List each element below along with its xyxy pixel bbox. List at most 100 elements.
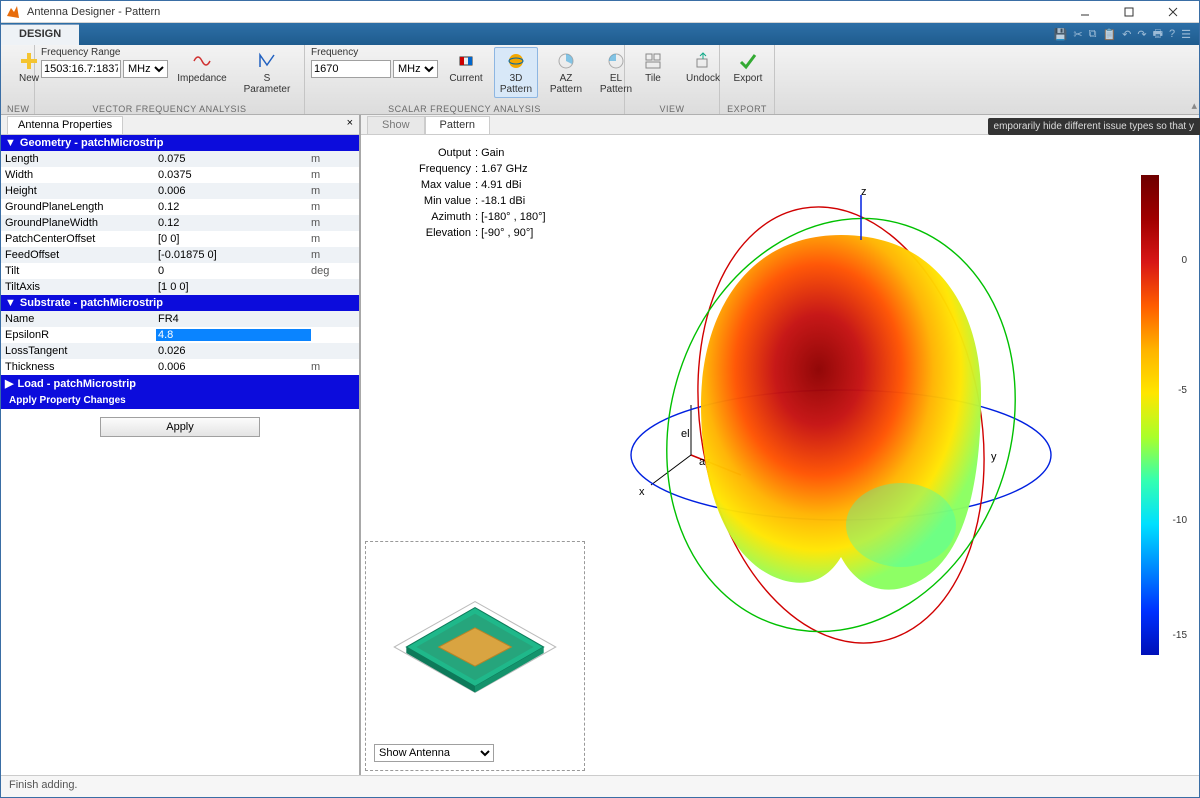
substrate-block: ▼Substrate - patchMicrostrip NameFR4Epsi… (1, 295, 359, 375)
toolstrip: New NEW Frequency Range MHz Impedance S … (1, 45, 1199, 115)
redo-icon[interactable]: ↷ (1137, 28, 1146, 41)
pattern-view[interactable]: Output : GainFrequency : 1.67 GHzMax val… (361, 135, 1199, 775)
info-key: Max value (391, 177, 471, 193)
prop-row[interactable]: Tilt0deg (1, 263, 359, 279)
menu-icon[interactable]: ☰ (1181, 28, 1191, 41)
prop-name: GroundPlaneLength (1, 201, 156, 213)
current-button[interactable]: Current (444, 47, 488, 87)
undo-icon[interactable]: ↶ (1122, 28, 1131, 41)
collapse-ribbon-icon[interactable]: ▴ (1191, 99, 1197, 112)
expand-icon[interactable]: ▶ (5, 378, 13, 390)
colorbar-tick: -5 (1178, 385, 1187, 396)
prop-value[interactable]: 0.026 (156, 345, 311, 357)
tab-pattern[interactable]: Pattern (425, 116, 490, 134)
info-key: Output (391, 145, 471, 161)
prop-row[interactable]: LossTangent0.026 (1, 343, 359, 359)
prop-value[interactable]: 0.006 (156, 185, 311, 197)
prop-name: EpsilonR (1, 329, 156, 341)
group-new-label: NEW (7, 104, 28, 114)
prop-name: GroundPlaneWidth (1, 217, 156, 229)
freq-single-field: Frequency MHz (311, 47, 438, 78)
prop-value[interactable]: [1 0 0] (156, 281, 311, 293)
prop-value[interactable]: FR4 (156, 313, 311, 325)
prop-row[interactable]: Length0.075m (1, 151, 359, 167)
prop-row[interactable]: PatchCenterOffset[0 0]m (1, 231, 359, 247)
group-vector-label: VECTOR FREQUENCY ANALYSIS (41, 104, 298, 114)
info-key: Elevation (391, 225, 471, 241)
copy-icon[interactable]: ⧉ (1089, 28, 1097, 41)
prop-row[interactable]: TiltAxis[1 0 0] (1, 279, 359, 295)
info-val: : 4.91 dBi (475, 177, 521, 193)
radiation-pattern-plot[interactable]: x y z az el (561, 165, 1081, 685)
freq-range-unit[interactable]: MHz (123, 60, 168, 78)
impedance-icon (191, 50, 213, 72)
colorbar-tick: -10 (1173, 515, 1187, 526)
group-export-label: EXPORT (726, 104, 768, 114)
el-pattern-icon (605, 50, 627, 72)
info-val: : Gain (475, 145, 504, 161)
prop-name: Thickness (1, 361, 156, 373)
right-pane: Show Pattern Output : GainFrequency : 1.… (361, 115, 1199, 775)
help-icon[interactable]: ? (1169, 28, 1175, 40)
undock-button[interactable]: Undock (681, 47, 725, 87)
prop-name: TiltAxis (1, 281, 156, 293)
prop-row[interactable]: Width0.0375m (1, 167, 359, 183)
freq-range-input[interactable] (41, 60, 121, 78)
az-pattern-icon (555, 50, 577, 72)
tile-button[interactable]: Tile (631, 47, 675, 87)
prop-row[interactable]: EpsilonR4.8 (1, 327, 359, 343)
group-scalar-label: SCALAR FREQUENCY ANALYSIS (311, 104, 618, 114)
prop-name: Height (1, 185, 156, 197)
collapse-icon[interactable]: ▼ (5, 137, 16, 149)
print-icon[interactable]: 🖶 (1153, 25, 1163, 44)
prop-unit: m (311, 217, 351, 229)
collapse-icon[interactable]: ▼ (5, 297, 16, 309)
prop-value[interactable]: [-0.01875 0] (156, 249, 311, 261)
prop-value[interactable]: 0.12 (156, 201, 311, 213)
prop-value[interactable]: 4.8 (156, 329, 311, 341)
cut-icon[interactable]: ✂ (1073, 28, 1082, 41)
close-button[interactable] (1151, 1, 1195, 23)
maximize-button[interactable] (1107, 1, 1151, 23)
prop-row[interactable]: Height0.006m (1, 183, 359, 199)
prop-value[interactable]: 0.12 (156, 217, 311, 229)
prop-unit: m (311, 361, 351, 373)
impedance-button[interactable]: Impedance (174, 47, 230, 87)
thumbnail-select[interactable]: Show Antenna (374, 744, 494, 762)
info-val: : [-180° , 180°] (475, 209, 546, 225)
prop-row[interactable]: GroundPlaneLength0.12m (1, 199, 359, 215)
prop-row[interactable]: GroundPlaneWidth0.12m (1, 215, 359, 231)
left-pane-close[interactable]: × (341, 115, 359, 134)
prop-unit: deg (311, 265, 351, 277)
sparameter-button[interactable]: S Parameter (236, 47, 298, 98)
antenna-properties-tab[interactable]: Antenna Properties (7, 116, 123, 134)
prop-row[interactable]: FeedOffset[-0.01875 0]m (1, 247, 359, 263)
prop-name: PatchCenterOffset (1, 233, 156, 245)
apply-button[interactable]: Apply (100, 417, 260, 437)
save-icon[interactable]: 💾 (1054, 28, 1068, 41)
export-button[interactable]: Export (726, 47, 770, 87)
axis-y-label: y (991, 451, 997, 463)
prop-value[interactable]: 0.006 (156, 361, 311, 373)
design-tab[interactable]: DESIGN (1, 24, 79, 45)
axis-x-label: x (639, 486, 645, 498)
prop-name: FeedOffset (1, 249, 156, 261)
freq-single-input[interactable] (311, 60, 391, 78)
freq-single-unit[interactable]: MHz (393, 60, 438, 78)
3d-pattern-button[interactable]: 3D Pattern (494, 47, 538, 98)
az-pattern-button[interactable]: AZ Pattern (544, 47, 588, 98)
apply-header: Apply Property Changes (1, 392, 359, 409)
tab-show[interactable]: Show (367, 116, 425, 134)
prop-value[interactable]: 0.075 (156, 153, 311, 165)
3d-pattern-icon (505, 50, 527, 72)
paste-icon[interactable]: 📋 (1102, 28, 1116, 41)
prop-value[interactable]: 0.0375 (156, 169, 311, 181)
prop-row[interactable]: Thickness0.006m (1, 359, 359, 375)
prop-value[interactable]: 0 (156, 265, 311, 277)
minimize-button[interactable] (1063, 1, 1107, 23)
prop-row[interactable]: NameFR4 (1, 311, 359, 327)
sparam-icon (256, 50, 278, 72)
quick-access-toolbar: 💾 ✂ ⧉ 📋 ↶ ↷ 🖶 ? ☰ (1054, 23, 1199, 45)
geometry-block: ▼Geometry - patchMicrostrip Length0.075m… (1, 135, 359, 295)
prop-value[interactable]: [0 0] (156, 233, 311, 245)
